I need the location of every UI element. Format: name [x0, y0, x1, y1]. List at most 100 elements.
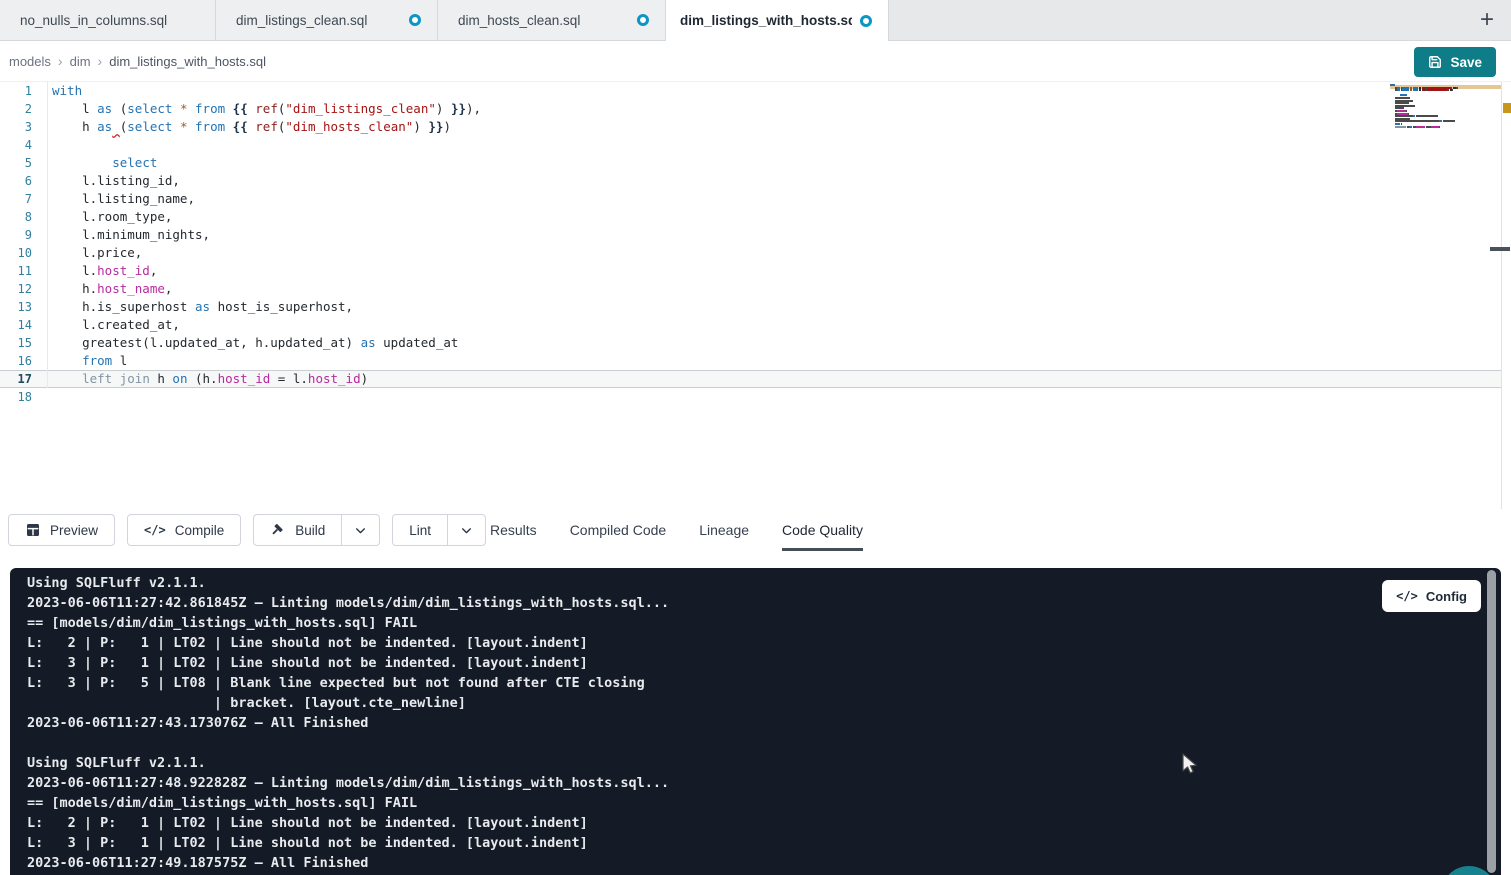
tab-compiled-code[interactable]: Compiled Code: [570, 509, 667, 551]
lint-button[interactable]: Lint: [392, 514, 447, 546]
tab-label: no_nulls_in_columns.sql: [20, 13, 167, 28]
code-text: from l: [44, 352, 127, 370]
save-button[interactable]: Save: [1414, 47, 1496, 77]
file-tabs: no_nulls_in_columns.sql dim_listings_clea…: [0, 0, 889, 40]
code-line[interactable]: 11 l.host_id,: [0, 262, 1501, 280]
editor-tab[interactable]: dim_hosts_clean.sql: [438, 0, 666, 40]
line-number: 12: [0, 280, 44, 298]
editor-scrollbar-thumb[interactable]: [1490, 247, 1510, 251]
tab-label: dim_listings_with_hosts.sql: [680, 13, 852, 28]
terminal-scrollbar[interactable]: [1487, 570, 1496, 873]
code-line[interactable]: 16 from l: [0, 352, 1501, 370]
editor-tab[interactable]: dim_listings_with_hosts.sql: [666, 0, 889, 41]
breadcrumb-separator: ›: [58, 53, 63, 69]
tab-label: dim_hosts_clean.sql: [458, 13, 580, 28]
line-number: 15: [0, 334, 44, 352]
code-line[interactable]: 18: [0, 388, 1501, 406]
terminal-line: L: 2 | P: 1 | LT02 | Line should not be …: [27, 813, 1501, 833]
new-tab-button[interactable]: +: [1471, 4, 1503, 36]
build-button[interactable]: Build: [253, 514, 341, 546]
line-number: 8: [0, 208, 44, 226]
line-number: 9: [0, 226, 44, 244]
breadcrumb-item[interactable]: models: [9, 54, 51, 69]
unsaved-changes-icon[interactable]: [409, 14, 421, 26]
line-number: 2: [0, 100, 44, 118]
chevron-down-icon: [460, 524, 473, 537]
code-line[interactable]: 4: [0, 136, 1501, 154]
code-line[interactable]: 1with: [0, 82, 1501, 100]
line-number: 17: [0, 370, 44, 388]
code-text: h.host_name,: [44, 280, 172, 298]
editor-tab-bar: no_nulls_in_columns.sql dim_listings_clea…: [0, 0, 1511, 41]
code-line[interactable]: 3 h as (select * from {{ ref("dim_hosts_…: [0, 118, 1501, 136]
build-options-button[interactable]: [341, 514, 380, 546]
overview-warning-marker: [1503, 103, 1511, 113]
code-line[interactable]: 7 l.listing_name,: [0, 190, 1501, 208]
tab-results[interactable]: Results: [490, 509, 537, 551]
code-text: l.listing_name,: [44, 190, 195, 208]
line-number: 16: [0, 352, 44, 370]
terminal-line: [27, 733, 1501, 753]
code-line[interactable]: 14 l.created_at,: [0, 316, 1501, 334]
editor-tab[interactable]: dim_listings_clean.sql: [216, 0, 438, 40]
code-text: l.host_id,: [44, 262, 157, 280]
code-icon: </>: [144, 523, 166, 537]
code-text: [44, 136, 52, 154]
line-number: 10: [0, 244, 44, 262]
build-label: Build: [295, 523, 325, 538]
unsaved-changes-icon[interactable]: [860, 15, 872, 27]
config-label: Config: [1426, 589, 1467, 604]
code-line[interactable]: 17 left join h on (h.host_id = l.host_id…: [0, 370, 1501, 388]
code-editor[interactable]: 1with2 l as (select * from {{ ref("dim_l…: [0, 82, 1511, 509]
terminal-line: L: 2 | P: 1 | LT02 | Line should not be …: [27, 633, 1501, 653]
line-number: 11: [0, 262, 44, 280]
preview-label: Preview: [50, 523, 98, 538]
code-line[interactable]: 15 greatest(l.updated_at, h.updated_at) …: [0, 334, 1501, 352]
terminal-line: == [models/dim/dim_listings_with_hosts.s…: [27, 793, 1501, 813]
lint-split-button: Lint: [392, 514, 486, 546]
code-text: [44, 388, 52, 406]
breadcrumb-item[interactable]: dim: [70, 54, 91, 69]
tab-code-quality[interactable]: Code Quality: [782, 509, 863, 551]
code-line[interactable]: 2 l as (select * from {{ ref("dim_listin…: [0, 100, 1501, 118]
code-line[interactable]: 9 l.minimum_nights,: [0, 226, 1501, 244]
config-button[interactable]: </> Config: [1382, 580, 1481, 612]
terminal-line: 2023-06-06T11:27:49.187575Z — All Finish…: [27, 853, 1501, 873]
terminal-line: L: 3 | P: 1 | LT02 | Line should not be …: [27, 833, 1501, 853]
editor-tab[interactable]: no_nulls_in_columns.sql: [0, 0, 216, 40]
unsaved-changes-icon[interactable]: [637, 14, 649, 26]
compile-label: Compile: [175, 523, 225, 538]
code-text: l.price,: [44, 244, 142, 262]
lint-options-button[interactable]: [447, 514, 486, 546]
line-number: 18: [0, 388, 44, 406]
ide-screen: no_nulls_in_columns.sql dim_listings_clea…: [0, 0, 1511, 875]
terminal-line: | bracket. [layout.cte_newline]: [27, 693, 1501, 713]
code-line[interactable]: 12 h.host_name,: [0, 280, 1501, 298]
terminal-line: == [models/dim/dim_listings_with_hosts.s…: [27, 613, 1501, 633]
line-number: 3: [0, 118, 44, 136]
breadcrumb-item[interactable]: dim_listings_with_hosts.sql: [109, 54, 266, 69]
code-line[interactable]: 13 h.is_superhost as host_is_superhost,: [0, 298, 1501, 316]
terminal-line: 2023-06-06T11:27:48.922828Z — Linting mo…: [27, 773, 1501, 793]
build-split-button: Build: [253, 514, 380, 546]
terminal-output-panel[interactable]: Using SQLFluff v2.1.1.2023-06-06T11:27:4…: [10, 568, 1501, 875]
tab-label: dim_listings_clean.sql: [236, 13, 367, 28]
breadcrumb-bar: models›dim›dim_listings_with_hosts.sql S…: [0, 41, 1511, 82]
code-text: l.listing_id,: [44, 172, 180, 190]
editor-toolbar: Preview </> Compile Build: [0, 509, 1511, 551]
code-line[interactable]: 8 l.room_type,: [0, 208, 1501, 226]
code-line[interactable]: 5 select: [0, 154, 1501, 172]
line-number: 6: [0, 172, 44, 190]
code-line[interactable]: 6 l.listing_id,: [0, 172, 1501, 190]
code-icon: </>: [1396, 589, 1418, 603]
tab-lineage[interactable]: Lineage: [699, 509, 749, 551]
code-text: l.room_type,: [44, 208, 172, 226]
code-text: select: [44, 154, 157, 172]
code-line[interactable]: 10 l.price,: [0, 244, 1501, 262]
lint-label: Lint: [409, 523, 431, 538]
breadcrumb: models›dim›dim_listings_with_hosts.sql: [9, 53, 266, 69]
preview-button[interactable]: Preview: [8, 514, 115, 546]
code-text: left join h on (h.host_id = l.host_id): [44, 370, 368, 388]
terminal-log: Using SQLFluff v2.1.1.2023-06-06T11:27:4…: [10, 568, 1501, 873]
compile-button[interactable]: </> Compile: [127, 514, 241, 546]
